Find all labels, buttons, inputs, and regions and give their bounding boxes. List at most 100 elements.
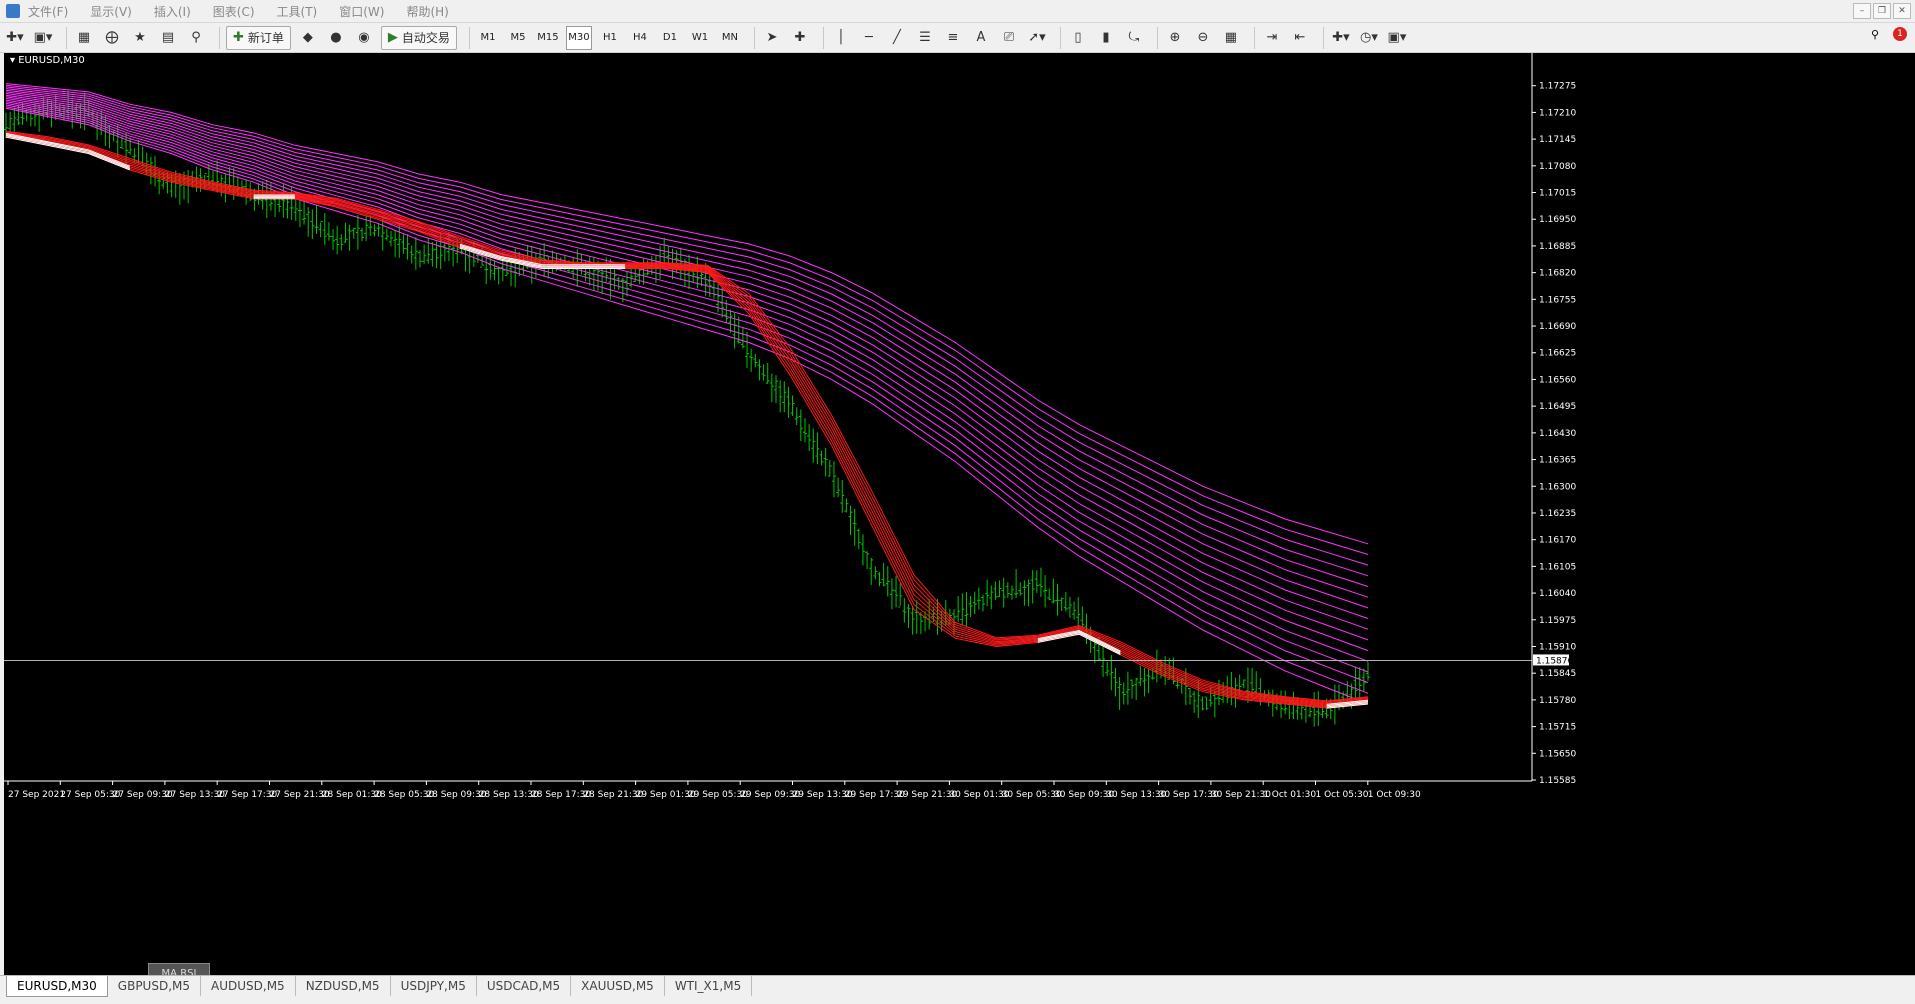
horizontal-line-icon[interactable]: ─ [858,27,880,49]
crosshair-icon[interactable]: ✚ [789,27,811,49]
tab-usdjpy-m5[interactable]: USDJPY,M5 [391,976,477,996]
navigator-icon[interactable]: ★ [129,27,151,49]
tab-gbpusd-m5[interactable]: GBPUSD,M5 [108,976,201,996]
templates-icon[interactable]: ▣▾ [1386,27,1408,49]
price-tick-label: 1.16040 [1539,589,1576,599]
slow-ma-line [5,106,1369,694]
fibonacci-icon[interactable]: ≡ [942,27,964,49]
cursor-icon[interactable]: ➤ [761,27,783,49]
tab-audusd-m5[interactable]: AUDUSD,M5 [201,976,296,996]
market-icon[interactable]: ◉ [353,27,375,49]
new-order-label: 新订单 [247,31,284,45]
menu-view[interactable]: 显示(V) [90,3,132,20]
price-tick-label: 1.17210 [1539,108,1576,118]
slow-ma-line [5,104,1369,684]
slow-ma-line [5,84,1369,555]
trendline-icon[interactable]: ╱ [886,27,908,49]
zoom-in-icon[interactable]: ⊕ [1164,27,1186,49]
timeframe-h1[interactable]: H1 [598,27,622,49]
price-tick-label: 1.17080 [1539,162,1576,172]
menu-insert[interactable]: 插入(I) [154,3,191,20]
arrows-icon[interactable]: ➚▾ [1026,27,1048,49]
timeframe-m1[interactable]: M1 [476,27,500,49]
timeframe-d1[interactable]: D1 [658,27,682,49]
channel-icon[interactable]: ☰ [914,27,936,49]
time-tick-label: 27 Sep 17:30 [217,790,277,800]
plus-icon: ✚ [233,30,244,45]
price-tick-label: 1.15910 [1539,642,1576,652]
close-icon[interactable]: ✕ [1893,3,1911,19]
price-tick-label: 1.16365 [1539,456,1576,466]
fast-ma-line [5,131,1369,703]
time-tick-label: 28 Sep 09:30 [426,790,486,800]
tile-windows-icon[interactable]: ▦ [1220,27,1242,49]
menu-charts[interactable]: 图表(C) [213,3,255,20]
market-watch-icon[interactable]: ▦ [73,27,95,49]
indicators-icon[interactable]: ✚▾ [1330,27,1352,49]
tab-nzdusd-m5[interactable]: NZDUSD,M5 [296,976,391,996]
time-tick-label: 29 Sep 17:30 [845,790,905,800]
time-tick-label: 30 Sep 09:30 [1054,790,1114,800]
tab-usdcad-m5[interactable]: USDCAD,M5 [477,976,572,996]
chart-window[interactable]: 1.17275 1.17210 1.17145 1.17080 1.17015 1.169… [4,53,1915,983]
timeframe-w1[interactable]: W1 [688,27,712,49]
time-tick-label: 27 Sep 05:30 [60,790,120,800]
toolbar-divider [66,26,67,49]
timeframe-m30[interactable]: M30 [565,25,592,50]
text-icon[interactable]: A [970,27,992,49]
price-tick-label: 1.16105 [1539,562,1576,572]
timeframe-m15[interactable]: M15 [536,27,560,49]
time-tick-label: 29 Sep 09:30 [740,790,800,800]
vertical-line-icon[interactable]: │ [830,27,852,49]
price-tick-label: 1.17015 [1539,189,1576,199]
timeframe-m5[interactable]: M5 [506,27,530,49]
timeframe-h4[interactable]: H4 [628,27,652,49]
new-chart-icon[interactable]: ✚▾ [4,27,26,49]
search-icon[interactable]: ⚲ [1871,28,1879,41]
chart-shift-icon[interactable]: ⇤ [1289,27,1311,49]
periods-icon[interactable]: ◷▾ [1358,27,1380,49]
slow-ma-line [5,96,1369,630]
profiles-icon[interactable]: ▣▾ [32,27,54,49]
text-label-icon[interactable]: ⎚ [998,27,1020,49]
menu-bar: 文件(F) 显示(V) 插入(I) 图表(C) 工具(T) 窗口(W) 帮助(H… [0,0,1915,23]
tab-eurusd-m30[interactable]: EURUSD,M30 [6,976,108,997]
menu-file[interactable]: 文件(F) [28,3,68,20]
menu-help[interactable]: 帮助(H) [406,3,448,20]
line-chart-icon[interactable]: ⤿ [1123,27,1145,49]
data-window-icon[interactable]: ⨁ [101,27,123,49]
restore-icon[interactable]: ❐ [1873,3,1891,19]
toolbar-divider [1156,26,1158,49]
price-tick-label: 1.17145 [1539,135,1576,145]
tab-xauusd-m5[interactable]: XAUUSD,M5 [571,976,665,996]
time-tick-label: 29 Sep 01:30 [636,790,696,800]
tab-wti-x1-m5[interactable]: WTI_X1,M5 [665,976,753,996]
price-chart[interactable]: 1.17275 1.17210 1.17145 1.17080 1.17015 1.169… [4,53,1915,975]
chart-title: ▾ EURUSD,M30 [10,55,85,66]
menu-window[interactable]: 窗口(W) [339,3,384,20]
autoscroll-icon[interactable]: ⇥ [1261,27,1283,49]
terminal-icon[interactable]: ▤ [157,27,179,49]
app-icon [6,4,20,18]
toolbar-divider [753,26,755,49]
minimize-icon[interactable]: – [1853,3,1871,19]
time-tick-label: 29 Sep 05:30 [688,790,748,800]
new-order-button[interactable]: ✚ 新订单 [226,25,291,50]
bar-chart-icon[interactable]: ▯ [1067,27,1089,49]
fast-ma-line [5,134,1369,707]
notification-badge[interactable]: 1 [1893,27,1907,41]
metaeditor-icon[interactable]: ◆ [297,27,319,49]
signals-icon[interactable]: ● [325,27,347,49]
price-tick-label: 1.15780 [1539,696,1576,706]
toolbar-divider [1322,26,1324,49]
price-tick-label: 1.16495 [1539,402,1576,412]
auto-trading-label: 自动交易 [401,31,450,45]
timeframe-mn[interactable]: MN [718,27,742,49]
toolbar-divider [219,26,220,49]
slow-ma-line [5,89,1369,587]
candlestick-icon[interactable]: ▮ [1095,27,1117,49]
tester-icon[interactable]: ⚲ [185,27,207,49]
menu-tools[interactable]: 工具(T) [277,3,318,20]
zoom-out-icon[interactable]: ⊖ [1192,27,1214,49]
auto-trading-button[interactable]: ▶ 自动交易 [380,25,457,50]
